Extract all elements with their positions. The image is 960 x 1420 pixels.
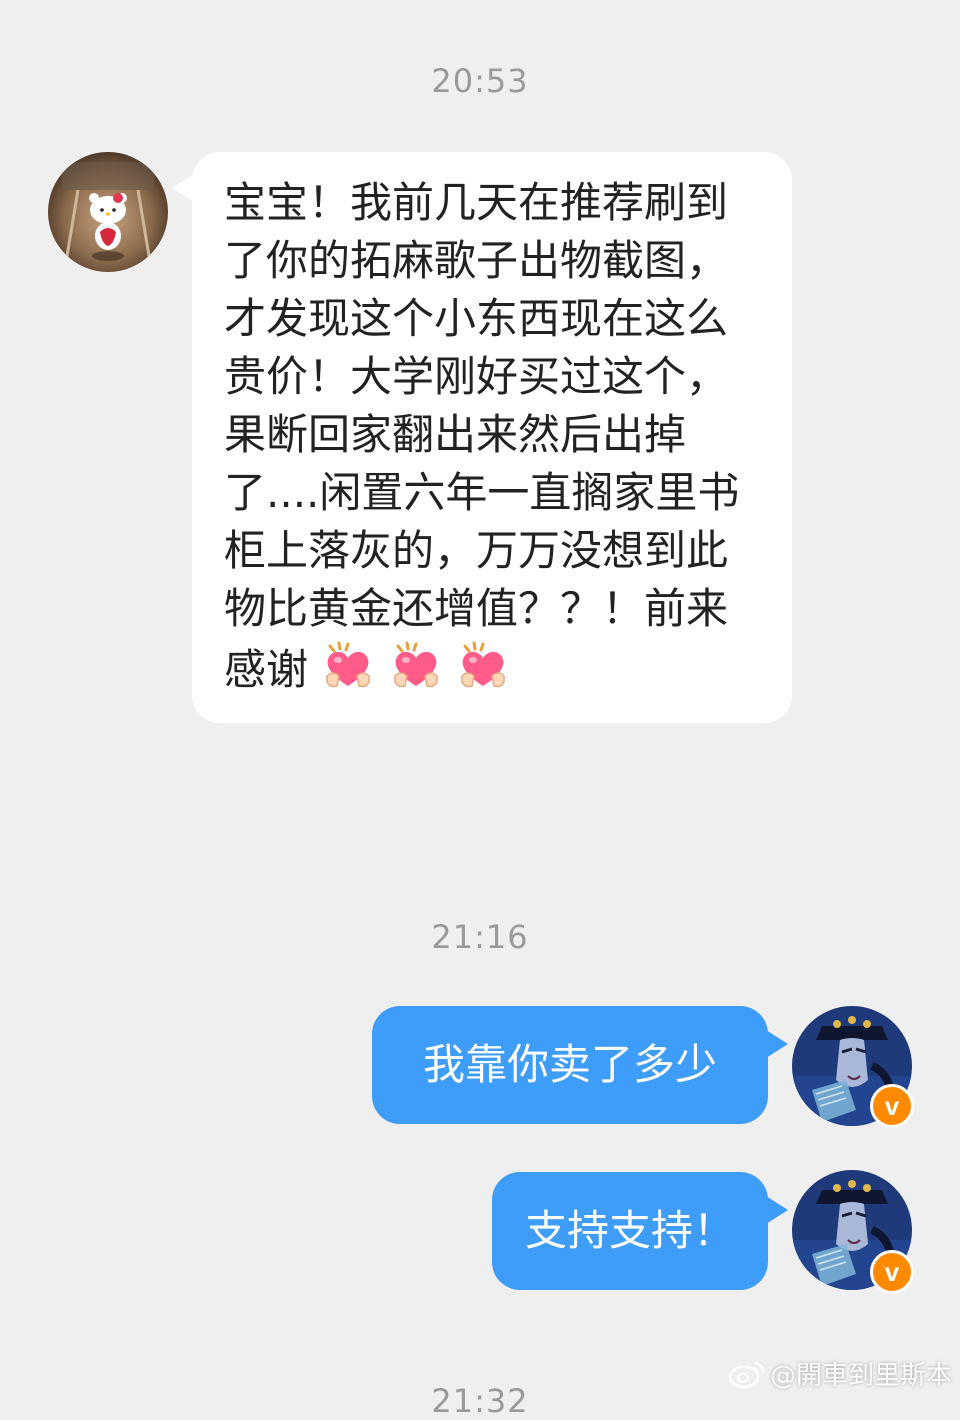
heart-hands-emoji-icon xyxy=(326,641,371,688)
message-text: 宝宝！我前几天在推荐刷到了你的拓麻歌子出物截图，才发现这个小东西现在这么贵价！大… xyxy=(224,178,740,694)
watermark: @開車到里斯本 xyxy=(728,1355,952,1392)
watermark-text: @開車到里斯本 xyxy=(769,1361,952,1391)
message-text: 支持支持！ xyxy=(524,1206,735,1255)
verified-badge-icon: v xyxy=(870,1084,914,1128)
outgoing-message-bubble[interactable]: 支持支持！ xyxy=(492,1172,788,1290)
timestamp: 21:16 xyxy=(431,918,529,956)
timestamp: 20:53 xyxy=(431,62,529,100)
contact-avatar[interactable] xyxy=(48,152,168,272)
message-text: 我靠你卖了多少 xyxy=(422,1040,717,1089)
outgoing-message-bubble[interactable]: 我靠你卖了多少 xyxy=(372,1006,788,1124)
heart-hands-emoji-icon xyxy=(461,641,505,688)
heart-hands-emoji-icon xyxy=(393,641,438,688)
incoming-message-bubble[interactable]: 宝宝！我前几天在推荐刷到了你的拓麻歌子出物截图，才发现这个小东西现在这么贵价！大… xyxy=(172,152,792,723)
hello-kitty-avatar-image xyxy=(48,152,168,272)
verified-badge-icon: v xyxy=(870,1250,914,1294)
emoji-row xyxy=(308,641,510,694)
weibo-icon xyxy=(728,1361,765,1388)
